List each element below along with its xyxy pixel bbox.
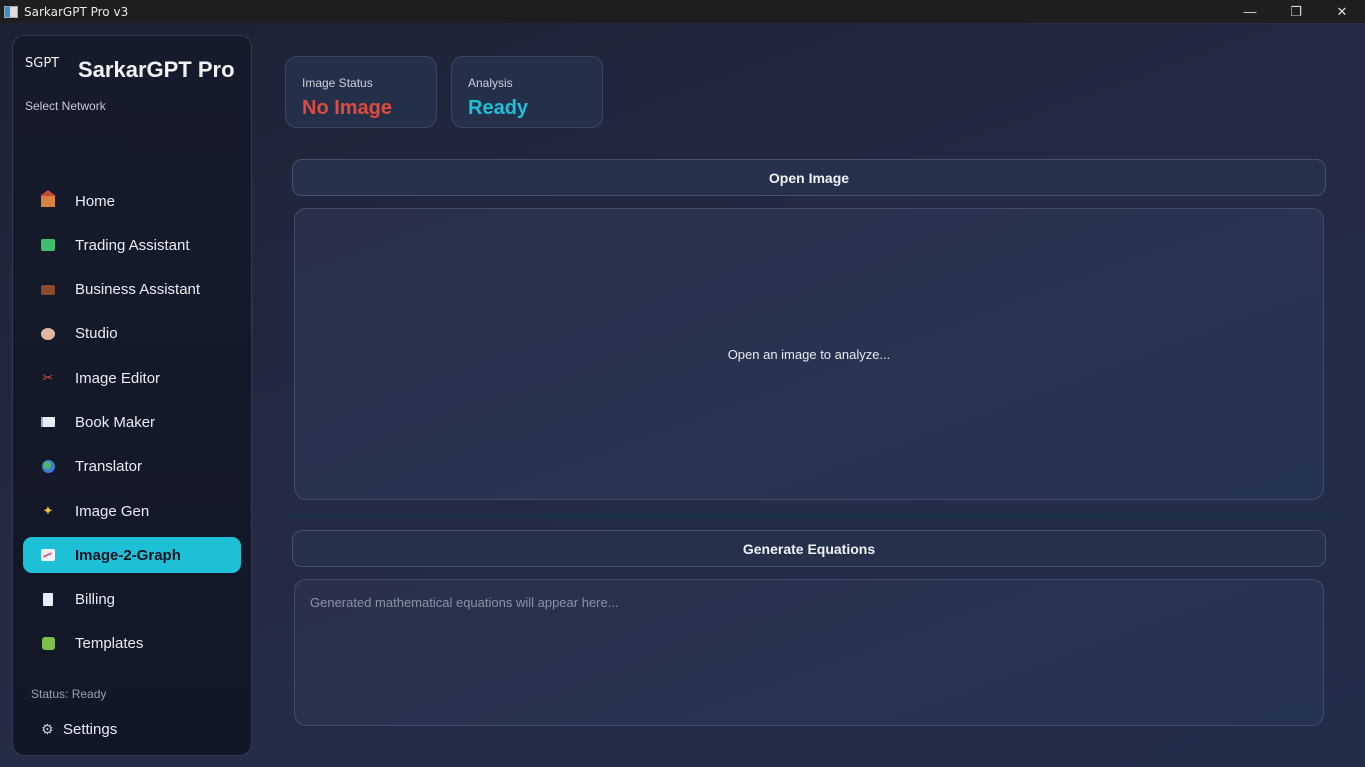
- generate-equations-button[interactable]: Generate Equations: [292, 530, 1326, 567]
- analysis-caption: Analysis: [468, 76, 513, 90]
- settings-button[interactable]: ⚙ Settings: [41, 719, 117, 739]
- open-image-button[interactable]: Open Image: [292, 159, 1326, 196]
- puzzle-icon: [40, 636, 56, 652]
- sidebar-item-translator[interactable]: Translator: [23, 449, 241, 485]
- sidebar-item-label: Image Editor: [75, 369, 161, 387]
- title-bar: SarkarGPT Pro v3 — ❐ ✕: [0, 0, 1365, 23]
- house-icon: [40, 190, 56, 209]
- image-status-card: Image Status No Image: [285, 56, 437, 128]
- sidebar-item-label: Billing: [75, 591, 116, 609]
- sparkles-icon: ✦: [42, 503, 54, 519]
- brand-title: SarkarGPT Pro: [78, 57, 235, 82]
- app-icon: [4, 5, 18, 18]
- window-title: SarkarGPT Pro v3: [24, 4, 129, 19]
- splitter-handle[interactable]: [286, 513, 1333, 518]
- globe-icon: [40, 459, 56, 475]
- sidebar-item-label: Studio: [75, 325, 118, 343]
- image-preview-panel[interactable]: Open an image to analyze...: [294, 208, 1324, 500]
- main-area: SGPT SarkarGPT Pro Select Network Home T…: [0, 23, 1365, 767]
- maximize-button[interactable]: ❐: [1273, 0, 1319, 23]
- image-status-value: No Image: [302, 97, 393, 119]
- sidebar-item-label: Image Gen: [75, 502, 150, 520]
- sidebar-nav: Home Trading Assistant Business Assistan…: [23, 183, 241, 670]
- sidebar-item-label: Translator: [75, 458, 142, 476]
- analysis-card: Analysis Ready: [451, 56, 603, 128]
- close-button[interactable]: ✕: [1319, 0, 1365, 23]
- select-network-label[interactable]: Select Network: [25, 99, 106, 113]
- status-text: Status: Ready: [31, 687, 107, 701]
- sidebar-item-trading-assistant[interactable]: Trading Assistant: [23, 227, 241, 263]
- image-status-caption: Image Status: [302, 76, 373, 90]
- sidebar-item-templates[interactable]: Templates: [23, 626, 241, 662]
- gear-icon: ⚙: [41, 721, 54, 737]
- graph-icon: [40, 547, 56, 563]
- analysis-value: Ready: [468, 97, 529, 119]
- sidebar-item-billing[interactable]: Billing: [23, 582, 241, 618]
- sidebar-item-business-assistant[interactable]: Business Assistant: [23, 272, 241, 308]
- sidebar-item-label: Trading Assistant: [75, 236, 190, 254]
- sidebar: SGPT SarkarGPT Pro Select Network Home T…: [12, 35, 252, 756]
- equations-placeholder: Generated mathematical equations will ap…: [310, 595, 619, 610]
- sidebar-item-home[interactable]: Home: [23, 183, 241, 219]
- equations-output[interactable]: Generated mathematical equations will ap…: [294, 579, 1324, 726]
- sidebar-item-studio[interactable]: Studio: [23, 316, 241, 352]
- window-controls: — ❐ ✕: [1227, 0, 1365, 23]
- sidebar-item-label: Business Assistant: [75, 281, 201, 299]
- book-icon: [40, 414, 56, 430]
- logo: SGPT: [25, 56, 60, 71]
- sidebar-item-image-2-graph[interactable]: Image-2-Graph: [23, 537, 241, 574]
- image-placeholder-text: Open an image to analyze...: [727, 347, 891, 362]
- settings-label: Settings: [63, 720, 118, 738]
- sidebar-item-label: Templates: [75, 635, 144, 653]
- sidebar-item-image-editor[interactable]: ✂ Image Editor: [23, 360, 241, 396]
- receipt-icon: [40, 592, 56, 608]
- minimize-button[interactable]: —: [1227, 0, 1273, 23]
- chart-icon: [40, 237, 56, 253]
- sidebar-item-book-maker[interactable]: Book Maker: [23, 404, 241, 440]
- sidebar-item-label: Book Maker: [75, 413, 156, 431]
- scissors-icon: ✂: [42, 370, 54, 386]
- sidebar-item-image-gen[interactable]: ✦ Image Gen: [23, 493, 241, 529]
- sidebar-item-label: Home: [75, 192, 116, 210]
- briefcase-icon: [40, 282, 56, 298]
- palette-icon: [40, 326, 56, 342]
- sidebar-item-label: Image-2-Graph: [75, 546, 181, 564]
